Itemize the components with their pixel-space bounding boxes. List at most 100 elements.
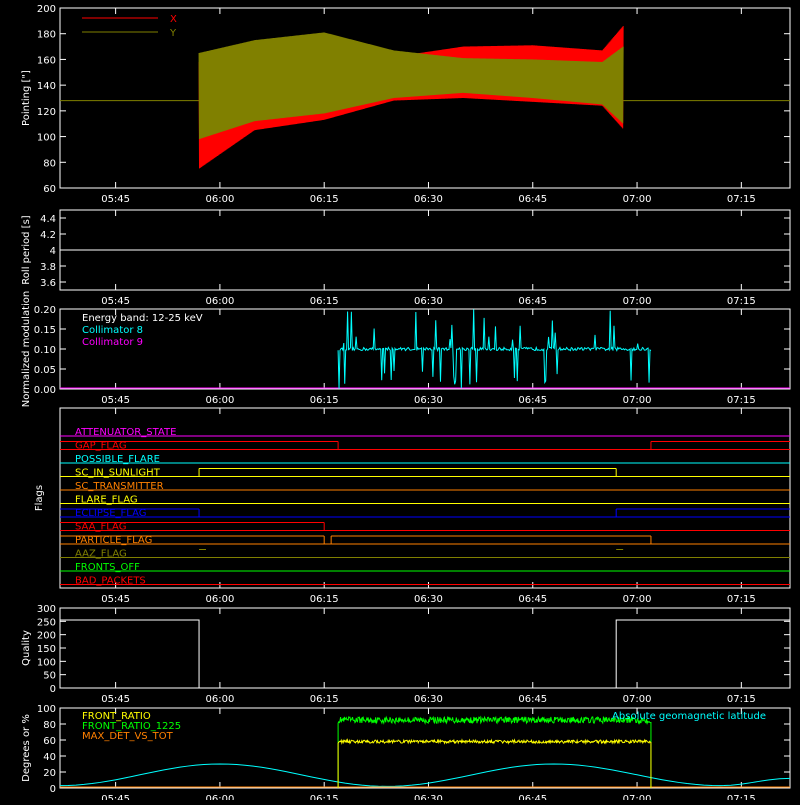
ratios-ytick-label: 60 [43,736,56,747]
quality-series [60,619,790,689]
ratios-ylabel: Degrees or % [21,714,32,782]
pointing-time-label: 06:45 [518,194,547,205]
flag-trace-particle_flag [60,535,790,545]
flag-label: AAZ_FLAG [75,549,127,560]
roll-ytick-label: 4 [50,246,56,257]
quality-time-label: 07:15 [727,694,756,705]
quality-time-label: 07:00 [623,694,652,705]
flag-label: BAD_PACKETS [75,576,146,587]
quality-ytick-label: 50 [43,671,56,682]
chart-svg: 05:45 06:00 06:15 06:30 06:45 07:00 07:15 60 80 1… [21,4,791,805]
ratios-legend-label: MAX_DET_VS_TOT [82,731,174,742]
ratios-ytick-label: 40 [43,752,56,763]
pointing-ytick-label: 60 [43,184,56,195]
modulation-ytick-label: 0.00 [34,385,56,396]
flag-label: SC_TRANSMITTER [75,481,164,492]
ratios-ytick-label: 80 [43,720,56,731]
quality-time-label: 06:45 [518,694,547,705]
modulation-time-label: 06:30 [414,395,443,406]
ratios-ytick-label: 20 [43,768,56,779]
ratios-time-label: 06:15 [310,794,339,800]
pointing-time-label: 06:00 [205,194,234,205]
roll-ytick-label: 3.8 [40,262,56,273]
flag-label: ECLIPSE_FLAG [75,508,146,519]
quality-time-label: 06:00 [205,694,234,705]
roll-ylabel: Roll period [s] [21,215,32,284]
roll-time-label: 07:00 [623,296,652,307]
ratios-latitude-label: Absolute geomagnetic latitude [612,711,766,722]
ratios-time-label: 06:00 [205,794,234,800]
modulation-collimator8-series [337,309,652,389]
roll-time-label: 06:30 [414,296,443,307]
flag-trace-saa_flag [60,522,790,531]
quality-time-label: 05:45 [101,694,130,705]
flag-trace-gap_flag [60,441,790,450]
roll-time-label: 06:00 [205,296,234,307]
flags-time-label: 06:00 [205,594,234,605]
pointing-legend-label: Y [169,28,177,39]
pointing-time-label: 06:30 [414,194,443,205]
pointing-time-label: 07:00 [623,194,652,205]
flags-time-label: 06:30 [414,594,443,605]
quality-time-label: 06:30 [414,694,443,705]
ratios-time-label: 07:15 [727,794,756,800]
quality-ytick-label: 250 [37,617,56,628]
roll-ytick-label: 4.4 [40,214,56,225]
flag-label: GAP_FLAG [75,441,127,452]
modulation-legend-label: Collimator 8 [82,325,143,336]
chart-stage: 05:45 06:00 06:15 06:30 06:45 07:00 07:15 60 80 1… [0,0,800,805]
pointing-time-label: 06:15 [310,194,339,205]
quality-time-label: 06:15 [310,694,339,705]
pointing-ylabel: Pointing ["] [21,70,32,126]
roll-time-label: 05:45 [101,296,130,307]
modulation-time-label: 06:15 [310,395,339,406]
pointing-time-label: 07:15 [727,194,756,205]
pointing-ytick-label: 120 [37,107,56,118]
pointing-ytick-label: 160 [37,55,56,66]
modulation-time-label: 05:45 [101,395,130,406]
modulation-energy-band: Energy band: 12-25 keV [82,313,203,324]
ratios-time-label: 06:30 [414,794,443,800]
pointing-ytick-label: 200 [37,4,56,15]
roll-ytick-label: 4.2 [40,230,56,241]
flag-label: FLARE_FLAG [75,495,138,506]
modulation-ytick-label: 0.20 [34,305,56,316]
pointing-legend-label: X [170,14,177,25]
ratios-geomagnetic-latitude [59,763,791,787]
modulation-legend-label: Collimator 9 [82,337,143,348]
roll-ytick-label: 3.6 [40,278,56,289]
flag-label: SC_IN_SUNLIGHT [75,468,161,479]
modulation-ytick-label: 0.10 [34,345,56,356]
modulation-time-label: 07:00 [623,395,652,406]
quality-ylabel: Quality [21,630,32,666]
flag-label: PARTICLE_FLAG [75,535,152,546]
flags-time-label: 05:45 [101,594,130,605]
quality-ytick-label: 150 [37,644,56,655]
flags-time-label: 07:15 [727,594,756,605]
quality-ytick-label: 300 [37,604,56,615]
flag-label: FRONTS_OFF [75,562,140,573]
modulation-ytick-label: 0.05 [34,365,56,376]
ratios-time-label: 05:45 [101,794,130,800]
ratios-ytick-label: 0 [50,784,56,795]
flags-ylabel: Flags [34,485,45,511]
modulation-time-label: 06:00 [205,395,234,406]
flags-time-label: 07:00 [623,594,652,605]
quality-ytick-label: 200 [37,631,56,642]
pointing-ytick-label: 80 [43,158,56,169]
roll-time-label: 06:15 [310,296,339,307]
modulation-ylabel: Normalized modulation [21,291,32,408]
ratios-time-label: 06:45 [518,794,547,800]
quality-ytick-label: 100 [37,657,56,668]
modulation-ytick-label: 0.15 [34,325,56,336]
pointing-ytick-label: 140 [37,81,56,92]
flags-time-label: 06:15 [310,594,339,605]
flags-time-label: 06:45 [518,594,547,605]
flag-label: POSSIBLE_FLARE [75,454,160,465]
flag-label: SAA_FLAG [75,522,126,533]
flag-trace-eclipse_flag [60,508,790,518]
quality-ytick-label: 0 [50,684,56,695]
ratios-time-label: 07:00 [623,794,652,800]
flag-label: ATTENUATOR_STATE [75,427,176,438]
ratios-series-front_ratio [337,738,652,788]
